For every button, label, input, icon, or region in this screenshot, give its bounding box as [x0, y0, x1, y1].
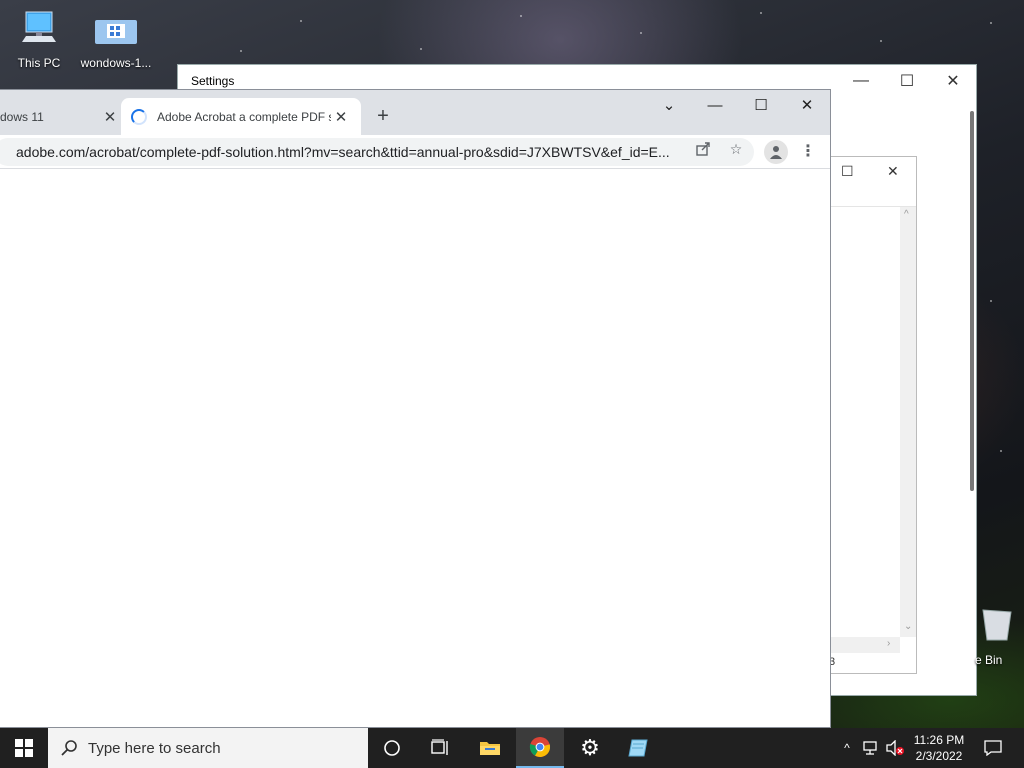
start-button[interactable]: [0, 728, 48, 768]
settings-taskbar-button[interactable]: ⚙: [566, 728, 614, 768]
cortana-button[interactable]: [368, 728, 416, 768]
minimize-button[interactable]: —: [838, 65, 884, 97]
tab-search-button[interactable]: ⌄: [646, 90, 692, 120]
desktop-icon-label: This PC: [17, 56, 61, 70]
close-icon[interactable]: ✕: [887, 163, 899, 180]
chevron-down-icon: ⌄: [662, 97, 676, 114]
network-icon: [863, 741, 877, 755]
desktop-icon-this-pc[interactable]: This PC: [1, 8, 77, 70]
chevron-up-icon: ^: [844, 741, 850, 755]
windows-logo-icon: [15, 739, 33, 757]
search-placeholder: Type here to search: [88, 739, 221, 757]
address-bar[interactable]: adobe.com/acrobat/complete-pdf-solution.…: [0, 138, 754, 166]
tab-close-icon[interactable]: ✕: [100, 108, 120, 126]
title-bar: ☐ ✕: [827, 157, 916, 207]
folder-icon: [480, 742, 500, 755]
taskbar-clock[interactable]: 11:26 PM 2/3/2022: [910, 732, 968, 764]
share-icon[interactable]: [693, 140, 713, 158]
app-taskbar-button[interactable]: [614, 728, 662, 768]
notification-icon: [984, 740, 1002, 756]
maximize-icon: ☐: [899, 73, 915, 90]
page-content: [0, 170, 830, 727]
tab-adobe-acrobat[interactable]: Adobe Acrobat a complete PDF s ✕: [121, 98, 361, 135]
new-tab-button[interactable]: +: [370, 104, 396, 130]
scrollbar[interactable]: [970, 111, 974, 491]
taskbar-search[interactable]: Type here to search: [48, 728, 368, 768]
task-view-icon: [431, 739, 448, 755]
person-icon: [770, 146, 782, 159]
desktop-icon-label: wondows-1...: [80, 56, 152, 70]
explorer-window[interactable]: ☐ ✕ ^ ⌄ › 3: [826, 156, 917, 674]
taskbar: Type here to search ⚙ ^ 11:26 PM 2/3/202…: [0, 728, 1024, 768]
maximize-icon[interactable]: ☐: [841, 163, 854, 180]
horizontal-scrollbar[interactable]: ›: [827, 637, 900, 653]
desktop-icon-label: e Bin: [975, 653, 1003, 667]
chrome-taskbar-button[interactable]: [516, 728, 564, 768]
recycle-bin-icon: [982, 609, 1012, 641]
tab-title: dows 11: [0, 109, 44, 124]
more-menu-icon[interactable]: ⋮: [798, 140, 818, 164]
search-icon: [61, 740, 77, 756]
file-explorer-button[interactable]: [466, 728, 514, 768]
this-pc-icon: [1, 8, 77, 52]
cortana-circle-icon: [384, 740, 400, 756]
tray-overflow-button[interactable]: ^: [838, 728, 856, 768]
window-title: Settings: [191, 74, 235, 88]
close-button[interactable]: ✕: [784, 90, 830, 120]
desktop-icon-recycle-bin[interactable]: e Bin: [955, 600, 1024, 670]
url-text[interactable]: adobe.com/acrobat/complete-pdf-solution.…: [16, 144, 676, 160]
vertical-scrollbar[interactable]: ^ ⌄: [900, 207, 916, 637]
network-drive-icon: [78, 8, 154, 52]
app-icon: [628, 739, 648, 757]
close-icon: ✕: [946, 73, 960, 90]
tab-windows-11[interactable]: dows 11 ✕: [0, 98, 120, 135]
bookmark-star-icon[interactable]: ☆: [726, 140, 746, 158]
maximize-button[interactable]: ☐: [738, 90, 784, 120]
gear-icon: ⚙: [580, 735, 600, 760]
minimize-icon: —: [853, 72, 869, 89]
browser-toolbar: adobe.com/acrobat/complete-pdf-solution.…: [0, 135, 830, 169]
chrome-icon: [529, 737, 551, 757]
network-tray-button[interactable]: [860, 728, 882, 768]
action-center-button[interactable]: [978, 728, 1008, 768]
clock-date: 2/3/2022: [915, 749, 963, 763]
close-button[interactable]: ✕: [930, 65, 976, 97]
close-icon: ✕: [800, 97, 814, 114]
scroll-up-icon[interactable]: ^: [904, 209, 909, 220]
volume-tray-button[interactable]: [884, 728, 906, 768]
task-view-button[interactable]: [416, 728, 464, 768]
browser-window[interactable]: dows 11 ✕ Adobe Acrobat a complete PDF s…: [0, 89, 831, 728]
scroll-right-icon[interactable]: ›: [887, 638, 890, 649]
maximize-button[interactable]: ☐: [884, 65, 930, 97]
tab-title: Adobe Acrobat a complete PDF s: [157, 109, 331, 124]
scroll-down-icon[interactable]: ⌄: [904, 621, 912, 632]
tab-close-icon[interactable]: ✕: [331, 108, 351, 126]
loading-spinner-icon: [131, 108, 147, 125]
tab-strip: dows 11 ✕ Adobe Acrobat a complete PDF s…: [0, 90, 830, 135]
volume-muted-icon: [886, 740, 904, 756]
profile-avatar[interactable]: [764, 140, 788, 164]
minimize-button[interactable]: —: [692, 90, 738, 120]
minimize-icon: —: [707, 96, 723, 114]
maximize-icon: ☐: [754, 97, 768, 114]
desktop-icon-network-drive[interactable]: wondows-1...: [78, 8, 154, 70]
clock-time: 11:26 PM: [913, 733, 965, 747]
